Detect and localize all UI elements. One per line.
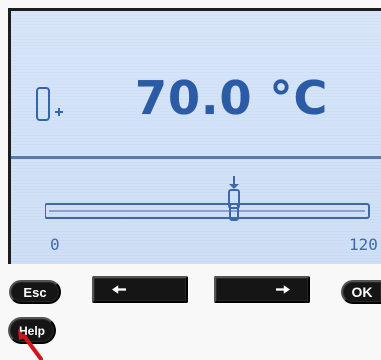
lcd-panel: 70.0 °C 0 120	[8, 8, 381, 264]
help-button[interactable]: Help	[8, 317, 56, 344]
display-divider	[11, 156, 381, 159]
slider-marker	[228, 176, 240, 221]
slider-max-label: 120	[349, 235, 378, 254]
left-arrow-button[interactable]	[92, 276, 188, 303]
device-screen: 70.0 °C 0 120 Esc OK Help	[0, 0, 381, 360]
temperature-slider[interactable]	[45, 176, 381, 242]
esc-button[interactable]: Esc	[9, 280, 61, 304]
arrow-right-icon	[276, 285, 290, 294]
arrow-left-icon	[112, 285, 126, 294]
temperature-readout: 70.0 °C	[135, 71, 329, 125]
sensor-probe-icon	[36, 87, 63, 121]
slider-min-label: 0	[50, 235, 60, 254]
soft-key-row: Esc OK Help	[0, 274, 381, 360]
ok-button[interactable]: OK	[341, 280, 381, 304]
slider-graphic	[45, 176, 370, 221]
right-arrow-button[interactable]	[214, 276, 310, 303]
